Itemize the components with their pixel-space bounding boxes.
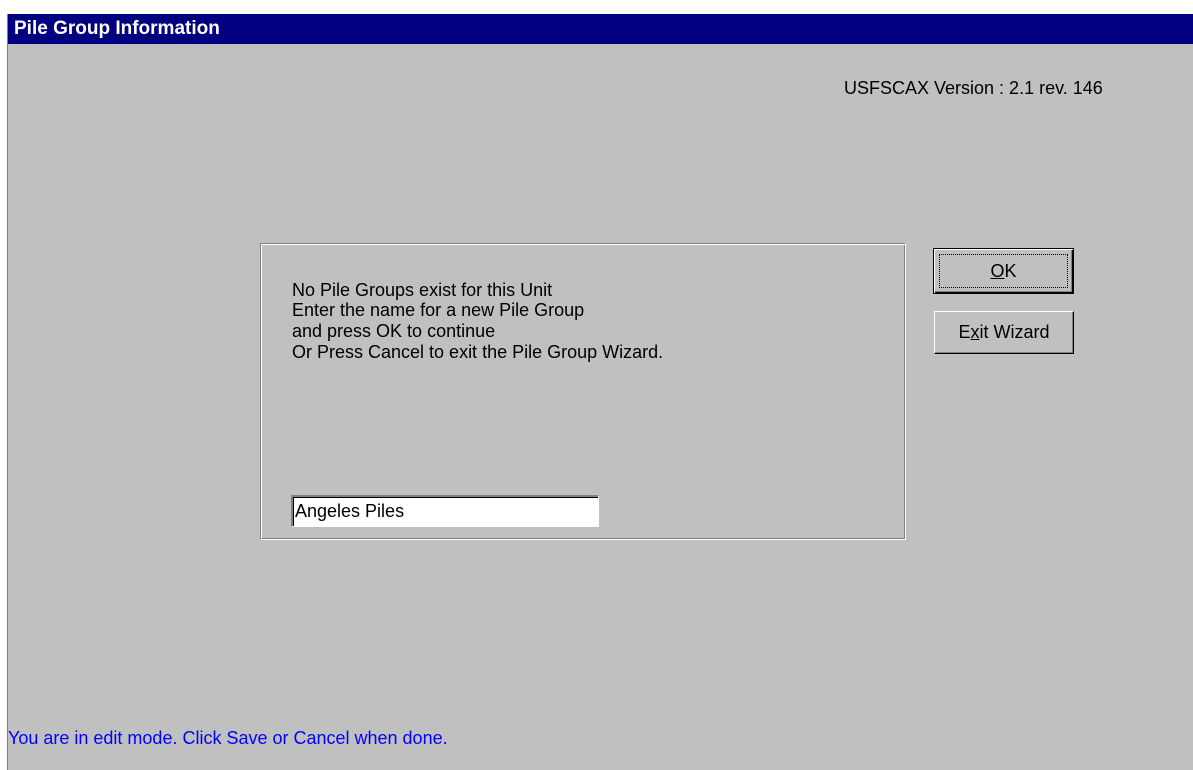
- window-title: Pile Group Information: [8, 14, 1193, 44]
- message-group-box: No Pile Groups exist for this Unit Enter…: [260, 243, 906, 540]
- message-line-4: Or Press Cancel to exit the Pile Group W…: [292, 342, 664, 362]
- ok-button-label: OK: [939, 254, 1068, 288]
- status-message: You are in edit mode. Click Save or Canc…: [8, 728, 448, 748]
- message-line-3: and press OK to continue: [292, 321, 496, 341]
- version-label: USFSCAX Version : 2.1 rev. 146: [844, 78, 1103, 98]
- exit-wizard-button[interactable]: Exit Wizard: [934, 311, 1074, 354]
- pile-group-name-input[interactable]: [291, 495, 599, 527]
- message-line-1: No Pile Groups exist for this Unit: [292, 280, 553, 300]
- pile-group-window: Pile Group Information USFSCAX Version :…: [7, 14, 1193, 770]
- message-line-2: Enter the name for a new Pile Group: [292, 300, 585, 320]
- ok-button[interactable]: OK: [933, 248, 1074, 294]
